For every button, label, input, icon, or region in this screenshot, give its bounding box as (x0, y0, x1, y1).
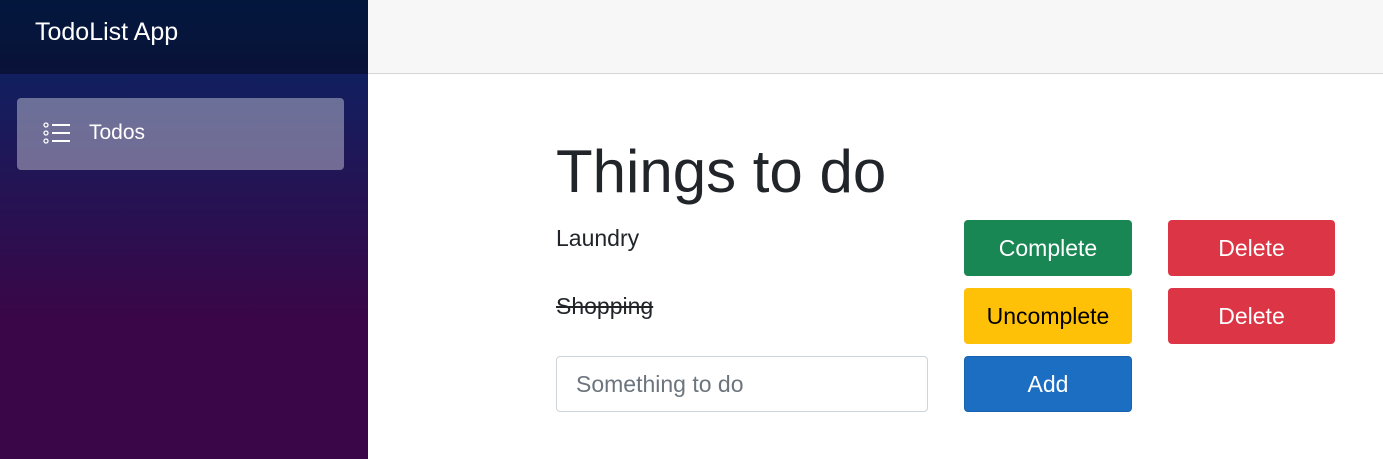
todo-item-text: Laundry (556, 225, 640, 251)
app: TodoList App Todos Things to do Laundry … (0, 0, 1383, 459)
complete-button[interactable]: Complete (964, 220, 1132, 276)
page-title: Things to do (556, 138, 887, 205)
delete-button[interactable]: Delete (1168, 288, 1335, 344)
top-row (368, 0, 1383, 74)
uncomplete-button[interactable]: Uncomplete (964, 288, 1132, 344)
sidebar: TodoList App Todos (0, 0, 368, 459)
delete-button[interactable]: Delete (1168, 220, 1335, 276)
new-todo-input[interactable] (556, 356, 928, 412)
nav-item-label: Todos (89, 121, 146, 144)
nav-item-todos[interactable]: Todos (17, 98, 344, 170)
todo-item-text: Shopping (556, 293, 654, 319)
add-button[interactable]: Add (964, 356, 1132, 412)
app-brand[interactable]: TodoList App (35, 16, 178, 48)
list-icon (43, 122, 70, 144)
brand-bar: TodoList App (0, 0, 368, 74)
